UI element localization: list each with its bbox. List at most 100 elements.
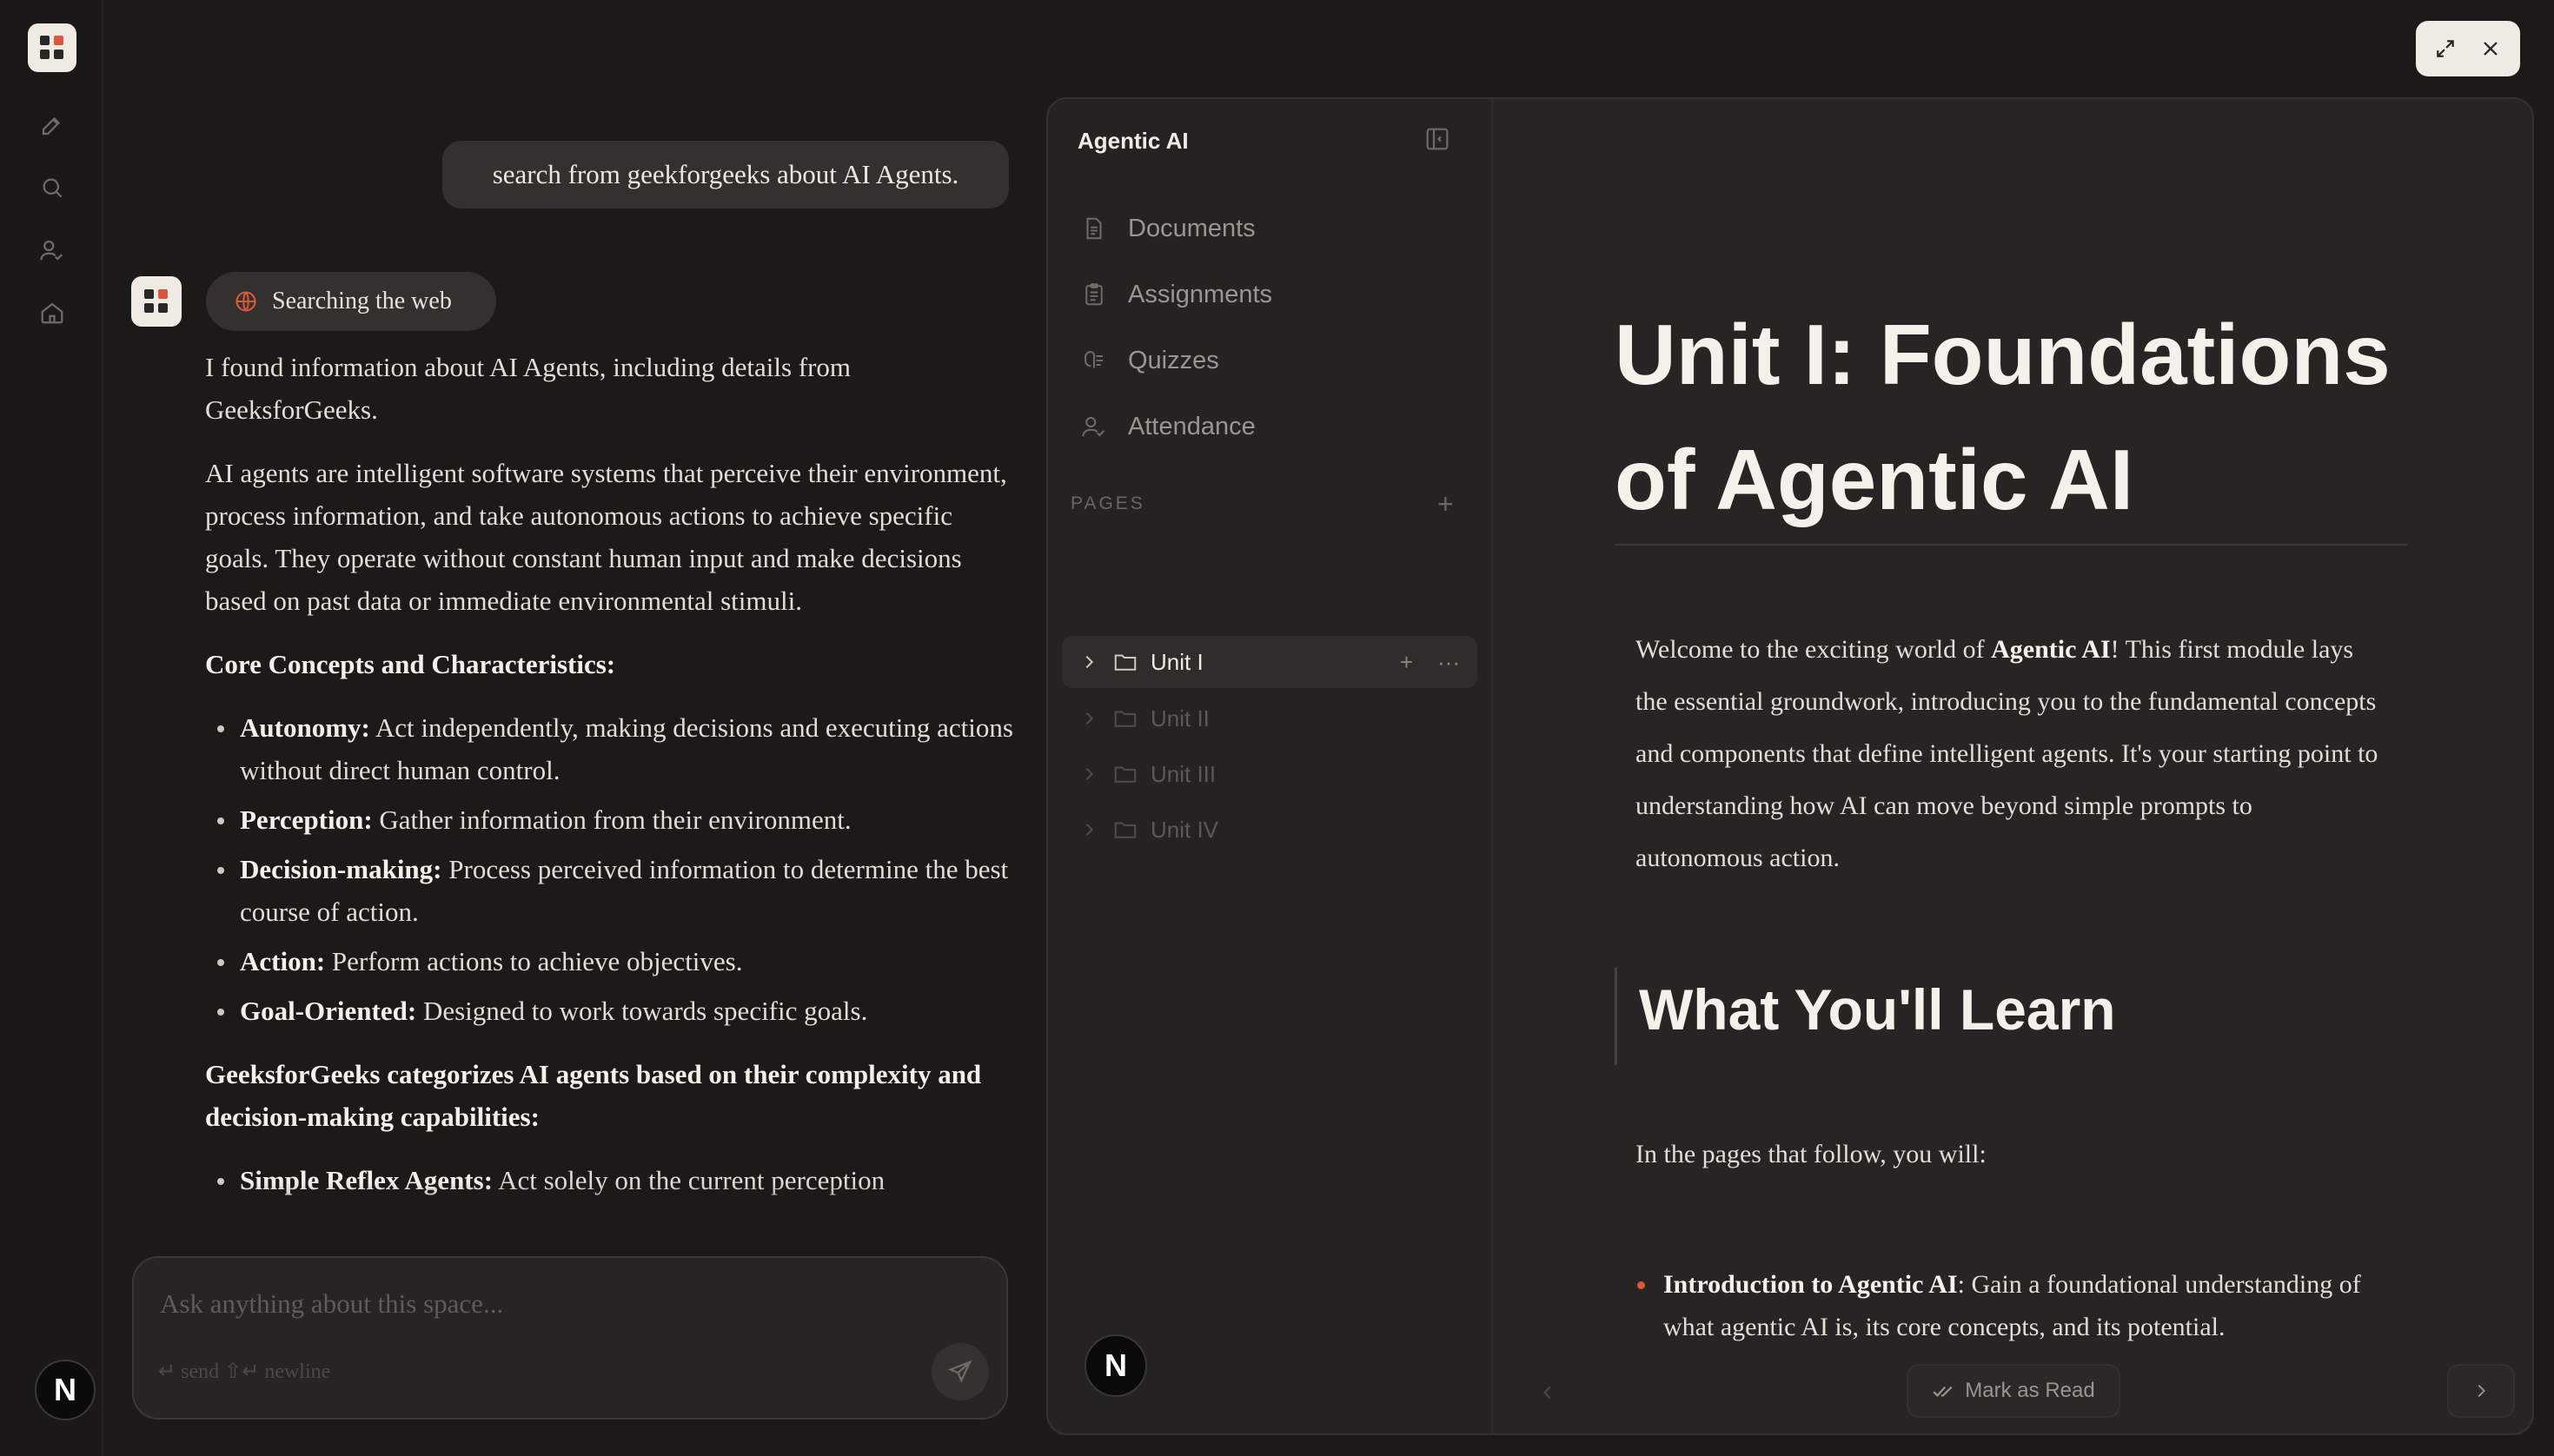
add-subpage-button[interactable]: + bbox=[1400, 649, 1413, 676]
list-item: Decision-making: Process perceived infor… bbox=[205, 848, 1018, 933]
space-title: Agentic AI bbox=[1078, 128, 1189, 154]
page-item-unit-4[interactable]: Unit IV bbox=[1062, 804, 1477, 856]
user-avatar[interactable]: N bbox=[35, 1360, 96, 1420]
item-text: Act solely on the current perception bbox=[493, 1165, 886, 1195]
users-button[interactable] bbox=[33, 231, 71, 269]
nav-label: Assignments bbox=[1128, 280, 1273, 308]
page-label: Unit IV bbox=[1151, 816, 1219, 843]
pages-section-label: PAGES bbox=[1071, 493, 1145, 513]
item-text: Perform actions to achieve objectives. bbox=[325, 946, 743, 976]
item-term: Decision-making: bbox=[240, 854, 442, 884]
folder-icon bbox=[1114, 711, 1137, 727]
search-button[interactable] bbox=[33, 169, 71, 207]
logo-square bbox=[40, 50, 50, 59]
double-check-icon bbox=[1933, 1386, 1953, 1397]
user-check-icon bbox=[40, 240, 63, 261]
nav-item-quizzes[interactable]: Quizzes bbox=[1081, 339, 1219, 382]
previous-page-button[interactable] bbox=[1528, 1373, 1568, 1413]
agent-types-list: Simple Reflex Agents: Act solely on the … bbox=[205, 1159, 1018, 1201]
item-term: Introduction to Agentic AI bbox=[1663, 1270, 1958, 1299]
item-term: Goal-Oriented: bbox=[240, 996, 417, 1026]
sidebar-collapse-icon bbox=[1426, 128, 1449, 150]
status-label: Searching the web bbox=[272, 288, 452, 314]
chat-area: search from geekforgeeks about AI Agents… bbox=[103, 0, 1046, 1456]
document-icon bbox=[1086, 217, 1102, 240]
logo-square bbox=[158, 303, 168, 313]
logo-square bbox=[40, 36, 50, 45]
assistant-answer: I found information about AI Agents, inc… bbox=[205, 346, 1018, 1222]
chevron-right-icon bbox=[2478, 1384, 2485, 1398]
answer-subheading: GeeksforGeeks categorizes AI agents base… bbox=[205, 1053, 1018, 1138]
chat-input[interactable] bbox=[160, 1284, 942, 1324]
home-icon bbox=[41, 302, 63, 324]
add-page-button[interactable]: + bbox=[1437, 488, 1454, 520]
close-button[interactable] bbox=[2473, 31, 2508, 66]
logo-square bbox=[144, 303, 154, 313]
window-controls bbox=[2416, 21, 2520, 76]
folder-icon bbox=[1114, 822, 1137, 838]
heading-accent-bar bbox=[1615, 968, 1617, 1065]
keyboard-hint: ↵ send ⇧↵ newline bbox=[158, 1360, 331, 1383]
search-icon bbox=[43, 178, 63, 198]
new-chat-button[interactable] bbox=[33, 106, 71, 144]
user-check-icon bbox=[1082, 417, 1105, 437]
item-text: Gather information from their environmen… bbox=[372, 804, 852, 835]
chevron-right-icon[interactable] bbox=[1079, 709, 1098, 728]
next-page-button[interactable] bbox=[2447, 1364, 2515, 1418]
logo-square-accent bbox=[54, 36, 63, 45]
learning-item: Introduction to Agentic AI: Gain a found… bbox=[1637, 1263, 2411, 1348]
item-text: Designed to work towards specific goals. bbox=[416, 996, 868, 1026]
intro-paragraph: Welcome to the exciting world of Agentic… bbox=[1635, 624, 2383, 884]
page-item-unit-3[interactable]: Unit III bbox=[1062, 748, 1477, 800]
panel-user-avatar[interactable]: N bbox=[1085, 1334, 1147, 1397]
list-item: Action: Perform actions to achieve objec… bbox=[205, 940, 1018, 983]
page-item-unit-1[interactable]: Unit I + ··· bbox=[1062, 636, 1477, 688]
page-item-unit-2[interactable]: Unit II bbox=[1062, 692, 1477, 745]
list-item: Simple Reflex Agents: Act solely on the … bbox=[205, 1159, 1018, 1201]
page-content: Unit I: Foundations of Agentic AI Welcom… bbox=[1493, 99, 2532, 1433]
user-message-bubble: search from geekforgeeks about AI Agents… bbox=[442, 141, 1009, 208]
folder-icon bbox=[1114, 766, 1137, 783]
collapse-sidebar-button[interactable] bbox=[1423, 125, 1453, 155]
home-button[interactable] bbox=[33, 294, 71, 332]
logo-square bbox=[54, 50, 63, 59]
chevron-left-icon bbox=[1543, 1386, 1551, 1400]
mark-read-label: Mark as Read bbox=[1965, 1379, 2095, 1402]
title-divider bbox=[1615, 544, 2407, 546]
chevron-right-icon[interactable] bbox=[1079, 764, 1098, 784]
page-label: Unit II bbox=[1151, 705, 1210, 731]
chat-composer: ↵ send ⇧↵ newline bbox=[132, 1256, 1008, 1420]
core-concepts-list: Autonomy: Act independently, making deci… bbox=[205, 706, 1018, 1032]
list-item: Goal-Oriented: Designed to work towards … bbox=[205, 989, 1018, 1032]
assistant-avatar-icon bbox=[131, 276, 182, 327]
page-label: Unit III bbox=[1151, 760, 1217, 787]
space-panel: Agentic AI Documents Assignments Quizzes… bbox=[1046, 97, 2534, 1435]
globe-icon bbox=[235, 291, 256, 312]
mark-as-read-button[interactable]: Mark as Read bbox=[1907, 1364, 2120, 1418]
intro-text: ! This first module lays the essential g… bbox=[1635, 635, 2378, 872]
item-term: Autonomy: bbox=[240, 712, 370, 743]
searching-web-status[interactable]: Searching the web bbox=[206, 272, 496, 331]
nav-item-documents[interactable]: Documents bbox=[1081, 207, 1256, 250]
app-logo-icon[interactable] bbox=[28, 23, 76, 72]
core-concepts-heading: Core Concepts and Characteristics: bbox=[205, 649, 616, 679]
more-options-button[interactable]: ··· bbox=[1437, 649, 1460, 676]
item-term: Action: bbox=[240, 946, 326, 976]
answer-paragraph: AI agents are intelligent software syste… bbox=[205, 458, 1007, 616]
send-button[interactable] bbox=[932, 1343, 989, 1400]
intro-emphasis: Agentic AI bbox=[1991, 635, 2111, 664]
chevron-right-icon[interactable] bbox=[1079, 820, 1098, 839]
page-label: Unit I bbox=[1151, 648, 1204, 675]
expand-button[interactable] bbox=[2428, 31, 2463, 66]
item-term: Simple Reflex Agents: bbox=[240, 1165, 494, 1195]
intro-text: Welcome to the exciting world of bbox=[1635, 635, 1992, 664]
page-title: Unit I: Foundations of Agentic AI bbox=[1615, 307, 2391, 527]
list-item: Perception: Gather information from thei… bbox=[205, 798, 1018, 841]
chevron-right-icon[interactable] bbox=[1079, 652, 1098, 672]
item-term: Perception: bbox=[240, 804, 373, 835]
logo-square-accent bbox=[158, 289, 168, 299]
lead-paragraph: In the pages that follow, you will: bbox=[1635, 1140, 1987, 1168]
nav-item-attendance[interactable]: Attendance bbox=[1081, 405, 1256, 448]
close-icon bbox=[2484, 42, 2498, 56]
nav-item-assignments[interactable]: Assignments bbox=[1081, 273, 1272, 316]
